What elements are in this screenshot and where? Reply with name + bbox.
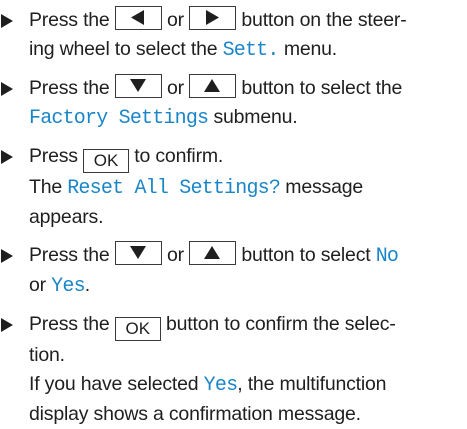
step-text: submenu. [213, 106, 298, 128]
down-button [114, 74, 162, 98]
step-text: display shows a confirmation message. [29, 403, 361, 425]
up-button [189, 74, 237, 98]
display-text-yes: Yes [203, 374, 238, 397]
step-text: or [167, 9, 184, 31]
step-text: Press the [29, 313, 110, 335]
step-text: appears. [29, 206, 104, 228]
right-button [189, 6, 237, 30]
step-4: Press the or button to select No or Yes. [0, 241, 463, 301]
step-3: Press OK to confirm. The Reset All Setti… [0, 142, 463, 232]
step-1: Press the or button on the steer- ing wh… [0, 6, 463, 65]
step-text: or [167, 77, 184, 99]
up-button [189, 241, 237, 265]
down-button [114, 241, 162, 265]
step-text: The [29, 176, 63, 198]
step-text: or [167, 244, 184, 266]
bullet-triangle-icon [0, 241, 22, 270]
step-text: If you have selected [29, 373, 199, 395]
arrow-right-icon [206, 10, 220, 25]
step-text: Press [29, 145, 78, 167]
step-text: or [29, 274, 46, 296]
step-text: button on the steer- [241, 9, 407, 31]
display-text-factory-settings: Factory Settings [29, 107, 209, 130]
step-5: Press the OK button to confirm the selec… [0, 310, 463, 429]
step-2: Press the or button to select the Factor… [0, 74, 463, 133]
arrow-up-icon [204, 79, 221, 92]
arrow-down-icon [129, 246, 146, 259]
display-text-yes: Yes [51, 275, 85, 298]
step-text: button to select the [241, 77, 403, 99]
step-text: to confirm. [134, 145, 224, 167]
step-text: button to confirm the selec- [166, 313, 396, 335]
instruction-page: Press the or button on the steer- ing wh… [0, 0, 467, 425]
step-text: Press the [29, 244, 110, 266]
step-text: menu. [283, 38, 338, 60]
display-text-no: No [375, 245, 399, 268]
step-text: . [84, 274, 90, 296]
arrow-down-icon [129, 79, 146, 92]
display-text-sett: Sett. [222, 39, 280, 62]
step-text: Press the [29, 9, 110, 31]
step-text: button to select [241, 244, 371, 266]
bullet-triangle-icon [0, 310, 22, 339]
left-button [114, 6, 162, 30]
ok-button: OK [114, 317, 161, 341]
step-text: message [285, 176, 364, 198]
step-text: tion. [29, 344, 65, 366]
bullet-triangle-icon [0, 6, 22, 35]
bullet-triangle-icon [0, 142, 22, 171]
bullet-triangle-icon [0, 74, 22, 103]
display-text-reset-all-settings: Reset All Settings? [67, 177, 281, 200]
arrow-left-icon [130, 10, 144, 25]
instruction-steps: Press the or button on the steer- ing wh… [0, 6, 463, 429]
step-text: , the multifunction [237, 373, 387, 395]
arrow-up-icon [204, 246, 221, 259]
step-text: Press the [29, 77, 110, 99]
step-text: ing wheel to select the [29, 38, 218, 60]
ok-button: OK [83, 149, 130, 173]
